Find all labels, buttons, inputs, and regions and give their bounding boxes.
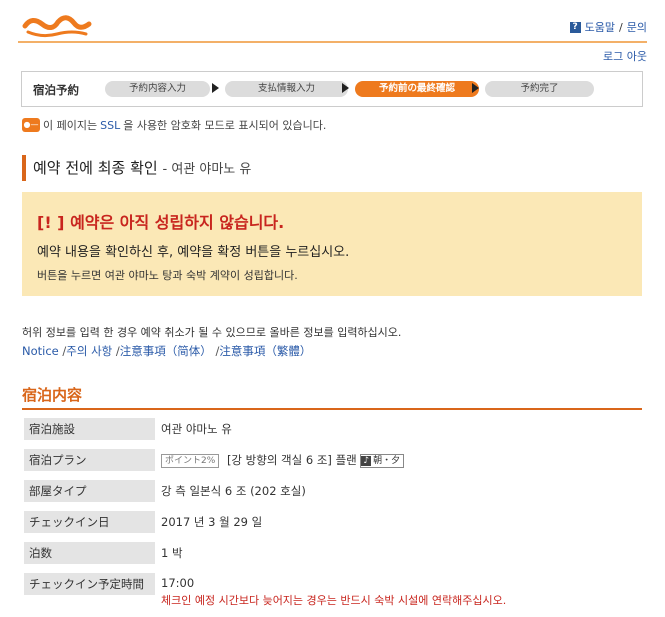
- help-link[interactable]: 도움말: [585, 19, 615, 35]
- facility-label: 宿泊施設: [24, 418, 155, 440]
- section-title: 宿泊内容: [22, 384, 642, 410]
- step-arrow-icon: [342, 83, 349, 93]
- room-value: 강 측 일본식 6 조 (202 호실): [161, 484, 306, 498]
- time-label: チェックイン予定時間: [24, 573, 155, 595]
- contact-link[interactable]: 문의: [627, 19, 647, 35]
- meal-badge: ♪ 朝・夕: [360, 454, 405, 468]
- warning-instruction: 예약 내용을 확인하신 후, 예약을 확정 버튼을 누르십시오.: [37, 245, 350, 260]
- header-separator: /: [619, 20, 623, 34]
- time-value: 17:00: [161, 576, 195, 590]
- lock-icon: ●—: [22, 118, 40, 132]
- caution-simplified-link[interactable]: 注意事項（简体）: [120, 344, 212, 358]
- checkin-value: 2017 년 3 월 29 일: [161, 515, 263, 529]
- caution-traditional-link[interactable]: 注意事項（繁體）: [219, 344, 311, 358]
- fork-knife-icon: ♪: [361, 456, 372, 466]
- warning-box: [! ] 예약은 아직 성립하지 않습니다. 예약 내용을 확인하신 후, 예약…: [22, 192, 642, 296]
- caution-link[interactable]: 주의 사항: [66, 344, 112, 358]
- page-title-main: 예약 전에 최종 확인: [33, 159, 158, 177]
- step-input: 予約内容入力: [105, 81, 210, 97]
- plan-label: 宿泊プラン: [24, 449, 155, 471]
- step-complete: 予約完了: [485, 81, 594, 97]
- help-icon: ?: [569, 21, 581, 33]
- header-links: ? 도움말 / 문의: [569, 19, 647, 35]
- step-payment: 支払情報入力: [225, 81, 348, 97]
- step-final-confirm: 予約前の最終確認: [355, 81, 479, 97]
- room-label: 部屋タイプ: [24, 480, 155, 502]
- step-arrow-icon: [472, 83, 479, 93]
- header-divider: [18, 41, 647, 43]
- logout-link[interactable]: 로그 아웃: [603, 48, 647, 64]
- page-title: 예약 전에 최종 확인 - 여관 야마노 유: [22, 155, 251, 181]
- steps-title: 宿泊予約: [33, 83, 79, 97]
- checkin-label: チェックイン日: [24, 511, 155, 533]
- point-badge: ポイント2%: [161, 454, 220, 468]
- nights-label: 泊数: [24, 542, 155, 564]
- reservation-steps: 宿泊予約 予約内容入力 支払情報入力 予約前の最終確認 予約完了: [21, 71, 643, 107]
- plan-value-wrap: ポイント2% [강 방향의 객실 6 조] 플랜 ♪ 朝・夕: [161, 452, 405, 468]
- notice-links: Notice /주의 사항 /注意事項（简体） /注意事項（繁體）: [22, 343, 311, 359]
- ssl-prefix: 이 페이지는: [43, 119, 98, 132]
- step-arrow-icon: [212, 83, 219, 93]
- ssl-suffix: 을 사용한 암호화 모드로 표시되어 있습니다.: [123, 119, 327, 132]
- time-value-wrap: 17:00 체크인 예정 시간보다 늦어지는 경우는 반드시 숙박 시설에 연락…: [161, 576, 506, 608]
- warning-headline: [! ] 예약은 아직 성립하지 않습니다.: [37, 213, 285, 232]
- nights-value: 1 박: [161, 546, 183, 560]
- accuracy-info: 허위 정보를 입력 한 경우 예약 취소가 될 수 있으므로 올바른 정보를 입…: [22, 326, 402, 339]
- page-title-sub: - 여관 야마노 유: [162, 162, 252, 177]
- facility-value: 여관 야마노 유: [161, 422, 232, 436]
- site-logo[interactable]: [22, 14, 92, 38]
- warning-note: 버튼을 누르면 여관 야마노 탕과 숙박 계약이 성립합니다.: [37, 269, 298, 282]
- plan-value: [강 방향의 객실 6 조] 플랜: [226, 453, 357, 467]
- notice-link[interactable]: Notice: [22, 344, 59, 358]
- meal-label: 朝・夕: [373, 456, 401, 466]
- ssl-notice: ●— 이 페이지는 SSL 을 사용한 암호화 모드로 표시되어 있습니다.: [22, 117, 326, 133]
- time-note: 체크인 예정 시간보다 늦어지는 경우는 반드시 숙박 시설에 연락해주십시오.: [161, 594, 507, 607]
- ssl-link[interactable]: SSL: [100, 119, 120, 132]
